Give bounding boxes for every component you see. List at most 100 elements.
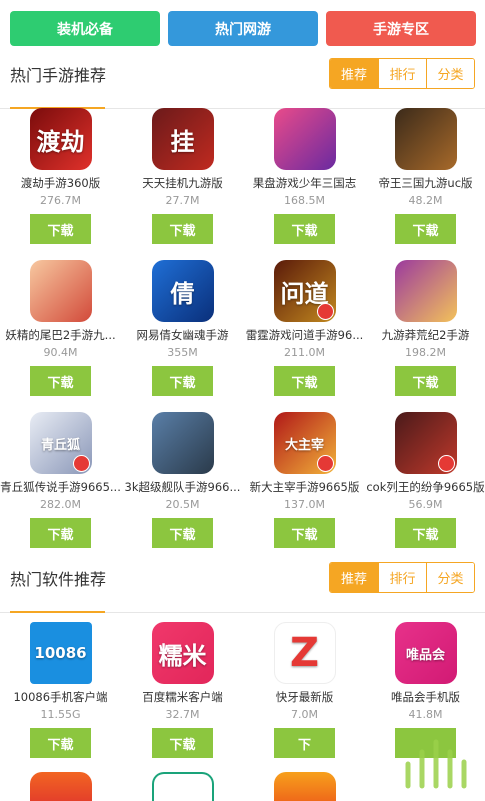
app-name[interactable]: 3k超级舰队手游966... bbox=[122, 480, 243, 495]
nuomi-icon[interactable]: 糯米 bbox=[151, 622, 214, 684]
app-item[interactable]: 10086 10086手机客户端 11.55G 下载 bbox=[0, 622, 121, 758]
download-button[interactable]: 下载 bbox=[30, 366, 91, 396]
diwang-icon[interactable] bbox=[394, 108, 457, 170]
qiannv-icon[interactable]: 倩 bbox=[151, 260, 214, 322]
app-size: 20.5M bbox=[165, 498, 200, 511]
nine-badge-icon bbox=[316, 455, 334, 472]
icon-text: 渡劫 bbox=[36, 127, 85, 156]
app-size: 355M bbox=[167, 346, 198, 359]
section-tabs: 推荐 排行 分类 bbox=[329, 58, 475, 89]
app-size: 48.2M bbox=[408, 194, 443, 207]
section-underline bbox=[10, 611, 105, 613]
app-name[interactable]: 天天挂机九游版 bbox=[122, 176, 243, 191]
tab-recommend[interactable]: 推荐 bbox=[330, 59, 378, 88]
app-size: 282.0M bbox=[40, 498, 81, 511]
shield-app-icon[interactable] bbox=[152, 772, 214, 801]
download-button[interactable]: 下 bbox=[274, 728, 335, 758]
download-button[interactable]: 下载 bbox=[30, 518, 91, 548]
hot-online-games-button[interactable]: 热门网游 bbox=[168, 11, 318, 46]
app-name[interactable]: 九游莽荒纪2手游 bbox=[365, 328, 485, 343]
section-title: 热门手游推荐 bbox=[10, 66, 107, 85]
icon-text: 青丘狐 bbox=[40, 437, 80, 453]
nine-badge-icon bbox=[72, 455, 90, 472]
download-button[interactable]: 下载 bbox=[274, 518, 335, 548]
app-name[interactable]: 帝王三国九游uc版 bbox=[365, 176, 485, 191]
app-item[interactable]: 挂天天挂机九游版 27.7M 下载 bbox=[122, 108, 243, 244]
nine-badge-icon bbox=[316, 303, 334, 320]
wps-icon[interactable] bbox=[30, 772, 92, 801]
app-name[interactable]: 网易倩女幽魂手游 bbox=[122, 328, 243, 343]
download-button[interactable]: 下载 bbox=[395, 214, 456, 244]
app-item[interactable]: 渡劫 渡劫手游360版 276.7M 下载 bbox=[0, 108, 121, 244]
guaji-icon[interactable]: 挂 bbox=[151, 108, 214, 170]
app-item[interactable]: 糯米百度糯米客户端 32.7M 下载 bbox=[122, 622, 243, 758]
tab-category[interactable]: 分类 bbox=[426, 59, 474, 88]
app-item[interactable]: 九游莽荒纪2手游 198.2M 下载 bbox=[365, 260, 485, 396]
app-name[interactable]: 果盘游戏少年三国志 bbox=[244, 176, 365, 191]
qingqiu-icon[interactable]: 青丘狐 bbox=[29, 412, 92, 474]
app-name[interactable]: 青丘狐传说手游9665... bbox=[0, 480, 121, 495]
manghuang-icon[interactable] bbox=[394, 260, 457, 322]
icon-text: 倩 bbox=[170, 279, 195, 308]
app-item[interactable]: 青丘狐青丘狐传说手游9665... 282.0M 下载 bbox=[0, 412, 121, 548]
app-size: 41.8M bbox=[408, 708, 443, 721]
app-name[interactable]: 10086手机客户端 bbox=[0, 690, 121, 705]
download-button[interactable]: 下载 bbox=[30, 214, 91, 244]
app-item[interactable]: Z 快牙最新版 7.0M 下 bbox=[244, 622, 365, 758]
app-size: 198.2M bbox=[405, 346, 446, 359]
tab-category[interactable]: 分类 bbox=[426, 563, 474, 592]
app-size: 7.0M bbox=[291, 708, 318, 721]
kuaiya-icon[interactable]: Z bbox=[273, 622, 336, 684]
essential-apps-button[interactable]: 装机必备 bbox=[10, 11, 160, 46]
app-name[interactable]: 唯品会手机版 bbox=[365, 690, 485, 705]
download-button[interactable]: 下载 bbox=[395, 518, 456, 548]
zhuzai-icon[interactable]: 大主宰 bbox=[273, 412, 336, 474]
section-tabs: 推荐 排行 分类 bbox=[329, 562, 475, 593]
jiandui-icon[interactable] bbox=[151, 412, 214, 474]
dujie-icon[interactable]: 渡劫 bbox=[29, 108, 92, 170]
download-button[interactable]: 下载 bbox=[30, 728, 91, 758]
app-name[interactable]: 百度糯米客户端 bbox=[122, 690, 243, 705]
app-item[interactable]: 3k超级舰队手游966... 20.5M 下载 bbox=[122, 412, 243, 548]
icon-text: 10086 bbox=[34, 644, 87, 662]
10086-icon[interactable]: 10086 bbox=[29, 622, 92, 684]
app-name[interactable]: 雷霆游戏问道手游96... bbox=[244, 328, 365, 343]
app-name[interactable]: 渡劫手游360版 bbox=[0, 176, 121, 191]
wendao-icon[interactable]: 问道 bbox=[273, 260, 336, 322]
app-item[interactable]: 妖精的尾巴2手游九... 90.4M 下载 bbox=[0, 260, 121, 396]
tab-recommend[interactable]: 推荐 bbox=[330, 563, 378, 592]
nine-badge-icon bbox=[437, 455, 455, 472]
tab-rank[interactable]: 排行 bbox=[378, 59, 426, 88]
download-button[interactable]: 下载 bbox=[274, 366, 335, 396]
app-size: 56.9M bbox=[408, 498, 443, 511]
orange-app-icon[interactable] bbox=[274, 772, 336, 801]
icon-text: 挂 bbox=[170, 127, 195, 156]
mobile-games-button[interactable]: 手游专区 bbox=[326, 11, 476, 46]
vip-icon[interactable]: 唯品会 bbox=[394, 622, 457, 684]
yaojing-icon[interactable] bbox=[29, 260, 92, 322]
sanguozhi-icon[interactable] bbox=[273, 108, 336, 170]
download-button[interactable]: 下载 bbox=[274, 214, 335, 244]
tab-rank[interactable]: 排行 bbox=[378, 563, 426, 592]
app-item[interactable]: 问道 雷霆游戏问道手游96... 211.0M 下载 bbox=[244, 260, 365, 396]
app-name[interactable]: 新大主宰手游9665版 bbox=[244, 480, 365, 495]
app-name[interactable]: 妖精的尾巴2手游九... bbox=[0, 328, 121, 343]
app-size: 168.5M bbox=[284, 194, 325, 207]
app-item[interactable]: 倩网易倩女幽魂手游 355M 下载 bbox=[122, 260, 243, 396]
app-item[interactable]: 帝王三国九游uc版 48.2M 下载 bbox=[365, 108, 485, 244]
download-button[interactable]: 下载 bbox=[152, 366, 213, 396]
app-item[interactable]: 大主宰 新大主宰手游9665版 137.0M 下载 bbox=[244, 412, 365, 548]
download-button[interactable]: 下载 bbox=[152, 728, 213, 758]
app-item[interactable]: cok列王的纷争9665版 56.9M 下载 bbox=[365, 412, 485, 548]
download-button[interactable]: 下载 bbox=[152, 518, 213, 548]
download-button[interactable]: 下载 bbox=[395, 366, 456, 396]
app-name[interactable]: 快牙最新版 bbox=[244, 690, 365, 705]
cok-icon[interactable] bbox=[394, 412, 457, 474]
icon-text: 糯米 bbox=[158, 641, 207, 670]
app-size: 32.7M bbox=[165, 708, 200, 721]
app-name[interactable]: cok列王的纷争9665版 bbox=[365, 480, 485, 495]
hot-software-section-header: 热门软件推荐 推荐 排行 分类 bbox=[0, 562, 485, 613]
app-size: 27.7M bbox=[165, 194, 200, 207]
download-button[interactable]: 下载 bbox=[152, 214, 213, 244]
app-item[interactable]: 果盘游戏少年三国志 168.5M 下载 bbox=[244, 108, 365, 244]
